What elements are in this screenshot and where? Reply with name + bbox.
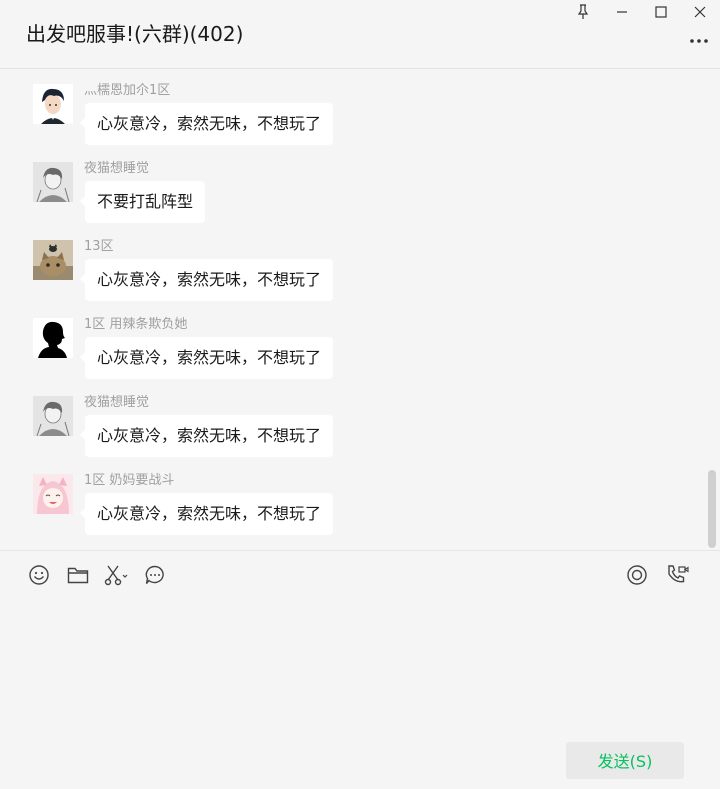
divider <box>0 550 720 551</box>
minimize-icon[interactable] <box>611 2 633 22</box>
avatar-cats-icon <box>33 240 73 280</box>
call-icon[interactable] <box>665 563 689 587</box>
avatar[interactable] <box>33 162 73 202</box>
avatar[interactable] <box>33 474 73 514</box>
pin-icon[interactable] <box>572 2 594 22</box>
send-button[interactable]: 发送(S) <box>566 742 684 779</box>
message-bubble[interactable]: 心灰意冷，索然无味，不想玩了 <box>79 493 334 535</box>
sender-name: 夜猫想睡觉 <box>84 395 150 410</box>
message-bubble[interactable]: 不要打乱阵型 <box>79 181 206 223</box>
message-bubble[interactable]: 心灰意冷，索然无味，不想玩了 <box>79 337 334 379</box>
chat-history-icon[interactable] <box>143 563 167 587</box>
avatar[interactable] <box>33 240 73 280</box>
scrollbar[interactable] <box>708 470 716 548</box>
message-item: 夜猫想睡觉 心灰意冷，索然无味，不想玩了 <box>0 381 700 459</box>
avatar[interactable] <box>33 318 73 358</box>
message-item: 1区 奶妈要战斗 心灰意冷，索然无味，不想玩了 <box>0 459 700 537</box>
live-icon[interactable] <box>625 563 649 587</box>
sender-name: 1区 用辣条欺负她 <box>84 317 188 332</box>
avatar-sketch-boy-icon <box>33 162 73 202</box>
title-bar: 出发吧服事!(六群)(402) <box>0 0 720 69</box>
message-bubble[interactable]: 心灰意冷，索然无味，不想玩了 <box>79 415 334 457</box>
sender-name: 灬檽恩加尒1区 <box>84 83 171 98</box>
avatar[interactable] <box>33 84 73 124</box>
avatar[interactable] <box>33 396 73 436</box>
message-bubble[interactable]: 心灰意冷，索然无味，不想玩了 <box>79 103 334 145</box>
sender-name: 1区 奶妈要战斗 <box>84 473 175 488</box>
message-bubble[interactable]: 心灰意冷，索然无味，不想玩了 <box>79 259 334 301</box>
message-item: 13区 心灰意冷，索然无味，不想玩了 <box>0 225 700 303</box>
chat-title: 出发吧服事!(六群)(402) <box>26 22 244 46</box>
message-item: 1区 用辣条欺负她 心灰意冷，索然无味，不想玩了 <box>0 303 700 381</box>
avatar-sketch-boy-icon <box>33 396 73 436</box>
scissors-icon[interactable] <box>104 563 128 587</box>
folder-icon[interactable] <box>66 563 90 587</box>
close-icon[interactable] <box>689 2 711 22</box>
message-item: 夜猫想睡觉 不要打乱阵型 <box>0 147 700 225</box>
avatar-anime-boy-icon <box>33 84 73 124</box>
sender-name: 13区 <box>84 239 114 254</box>
more-icon[interactable] <box>688 32 710 50</box>
sender-name: 夜猫想睡觉 <box>84 161 150 176</box>
message-list[interactable]: 灬檽恩加尒1区 心灰意冷，索然无味，不想玩了 夜猫想睡觉 不要打乱阵型 13区 … <box>0 69 720 550</box>
avatar-anime-girl-icon <box>33 474 73 514</box>
emoji-icon[interactable] <box>27 563 51 587</box>
avatar-silhouette-icon <box>33 318 73 358</box>
message-item: 灬檽恩加尒1区 心灰意冷，索然无味，不想玩了 <box>0 69 700 147</box>
maximize-icon[interactable] <box>650 2 672 22</box>
message-input[interactable] <box>20 598 704 732</box>
